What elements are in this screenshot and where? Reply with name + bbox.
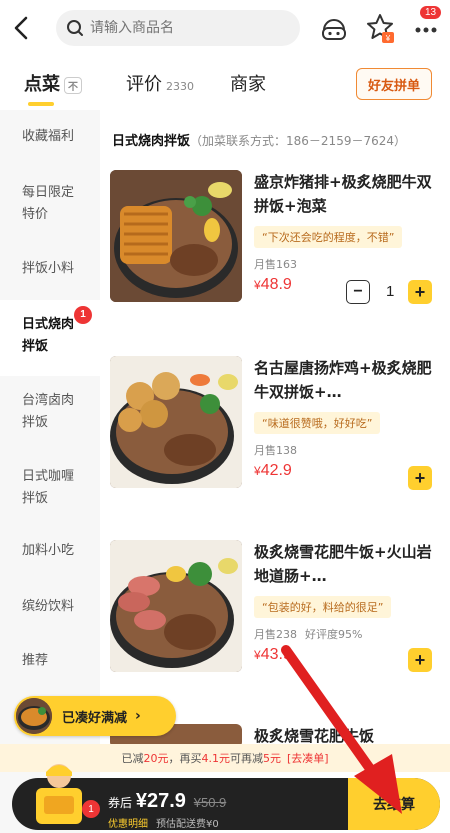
cart-original-price: ¥50.9 (193, 795, 227, 810)
cart-price: ¥27.9 (135, 790, 186, 812)
sidebar-item-badge: 1 (74, 306, 92, 324)
chevron-right-icon: › (135, 708, 141, 724)
back-arrow-icon[interactable] (8, 12, 36, 44)
svg-text:¥: ¥ (385, 34, 391, 43)
favorite-star-icon[interactable]: ¥ (364, 12, 396, 44)
product-quantity: 1 (386, 283, 395, 300)
sidebar-item-recommended[interactable]: 推荐 (0, 650, 100, 672)
full-reduction-pill[interactable]: 已凑好满减 › (14, 696, 176, 736)
product-image[interactable] (110, 540, 242, 672)
tab-order[interactable]: 点菜不 (24, 70, 82, 96)
sidebar-item-rice-toppings[interactable]: 拌饭小料 (0, 258, 100, 280)
search-input[interactable] (90, 20, 280, 36)
sidebar-item-snacks[interactable]: 加料小吃 (0, 540, 100, 562)
promo-thumbnail (16, 698, 52, 734)
product-name: 极炙烧雪花肥牛饭+火山岩地道肠+… (254, 543, 432, 585)
product-card[interactable]: 盛京炸猪排+极炙烧肥牛双拼饭+泡菜 “下次还会吃的程度，不错” 月售163 ¥4… (110, 170, 450, 342)
cart-subinfo: 优惠明细 预估配送费¥0 (108, 815, 219, 830)
tab-order-mini-badge: 不 (64, 76, 82, 94)
product-review-tag: “味道很赞哦，好好吃” (254, 412, 381, 434)
add-more-link[interactable]: [去凑单] (287, 750, 329, 766)
sidebar-item-drinks[interactable]: 缤纷饮料 (0, 596, 100, 618)
customer-service-icon[interactable] (318, 12, 350, 44)
category-contact: （加菜联系方式：186－2159－7624） (190, 134, 406, 148)
product-image[interactable] (110, 170, 242, 302)
top-bar: ¥ 13 (0, 0, 450, 56)
product-name: 盛京炸猪排+极炙烧肥牛双拼饭+泡菜 (254, 173, 432, 215)
product-review-tag: “下次还会吃的程度，不错” (254, 226, 403, 248)
sidebar-item-taiwan-braised-pork[interactable]: 台湾卤肉拌饭 (0, 390, 100, 434)
decrease-quantity-button[interactable]: − (346, 280, 370, 304)
promo-label: 已凑好满减 (62, 710, 128, 726)
product-sales: 月售238 好评度95% (254, 628, 363, 641)
product-price: ¥43.9 (254, 646, 292, 663)
discount-detail-link[interactable]: 优惠明细 (108, 819, 148, 830)
sidebar-item-japanese-bbq-rice[interactable]: 日式烧肉拌饭 1 (0, 300, 100, 376)
add-to-cart-button[interactable]: + (408, 466, 432, 490)
category-header: 日式烧肉拌饭（加菜联系方式：186－2159－7624） (112, 130, 446, 149)
product-sales: 月售138 (254, 444, 297, 457)
product-card[interactable]: 名古屋唐扬炸鸡+极炙烧肥牛双拼饭+… “味道很赞哦，好好吃” 月售138 ¥42… (110, 356, 450, 528)
product-price: ¥48.9 (254, 276, 292, 293)
review-count: 2330 (166, 80, 194, 93)
increase-quantity-button[interactable]: + (408, 280, 432, 304)
active-tab-indicator (28, 102, 54, 106)
sidebar-item-japanese-curry[interactable]: 日式咖喱拌饭 (0, 466, 100, 510)
product-card[interactable]: 极炙烧雪花肥牛饭+火山岩地道肠+… “包装的好，料给的很足” 月售238 好评度9… (110, 540, 450, 712)
product-price: ¥42.9 (254, 462, 292, 479)
message-count-badge: 13 (420, 6, 442, 19)
delivery-fee: 预估配送费¥0 (156, 819, 219, 830)
delivery-bag-icon[interactable] (30, 758, 88, 828)
search-icon (67, 20, 83, 36)
add-to-cart-button[interactable]: + (408, 648, 432, 672)
cart-total: 券后 ¥27.9 ¥50.9 (108, 790, 227, 812)
sidebar-item-favorites[interactable]: 收藏福利 (0, 126, 100, 148)
cart-count-badge: 1 (82, 800, 100, 818)
category-title: 日式烧肉拌饭 (112, 134, 191, 149)
search-bar[interactable] (56, 10, 300, 46)
checkout-button[interactable]: 去结算 (348, 778, 440, 830)
product-name: 名古屋唐扬炸鸡+极炙烧肥牛双拼饭+… (254, 359, 432, 401)
product-image[interactable] (110, 356, 242, 488)
friend-group-order-button[interactable]: 好友拼单 (356, 68, 432, 100)
tab-reviews[interactable]: 评价 2330 (126, 70, 194, 96)
product-sales: 月售163 (254, 258, 297, 271)
sidebar-item-daily-special[interactable]: 每日限定特价 (0, 182, 100, 226)
tab-merchant[interactable]: 商家 (230, 70, 266, 96)
product-review-tag: “包装的好，料给的很足” (254, 596, 392, 618)
